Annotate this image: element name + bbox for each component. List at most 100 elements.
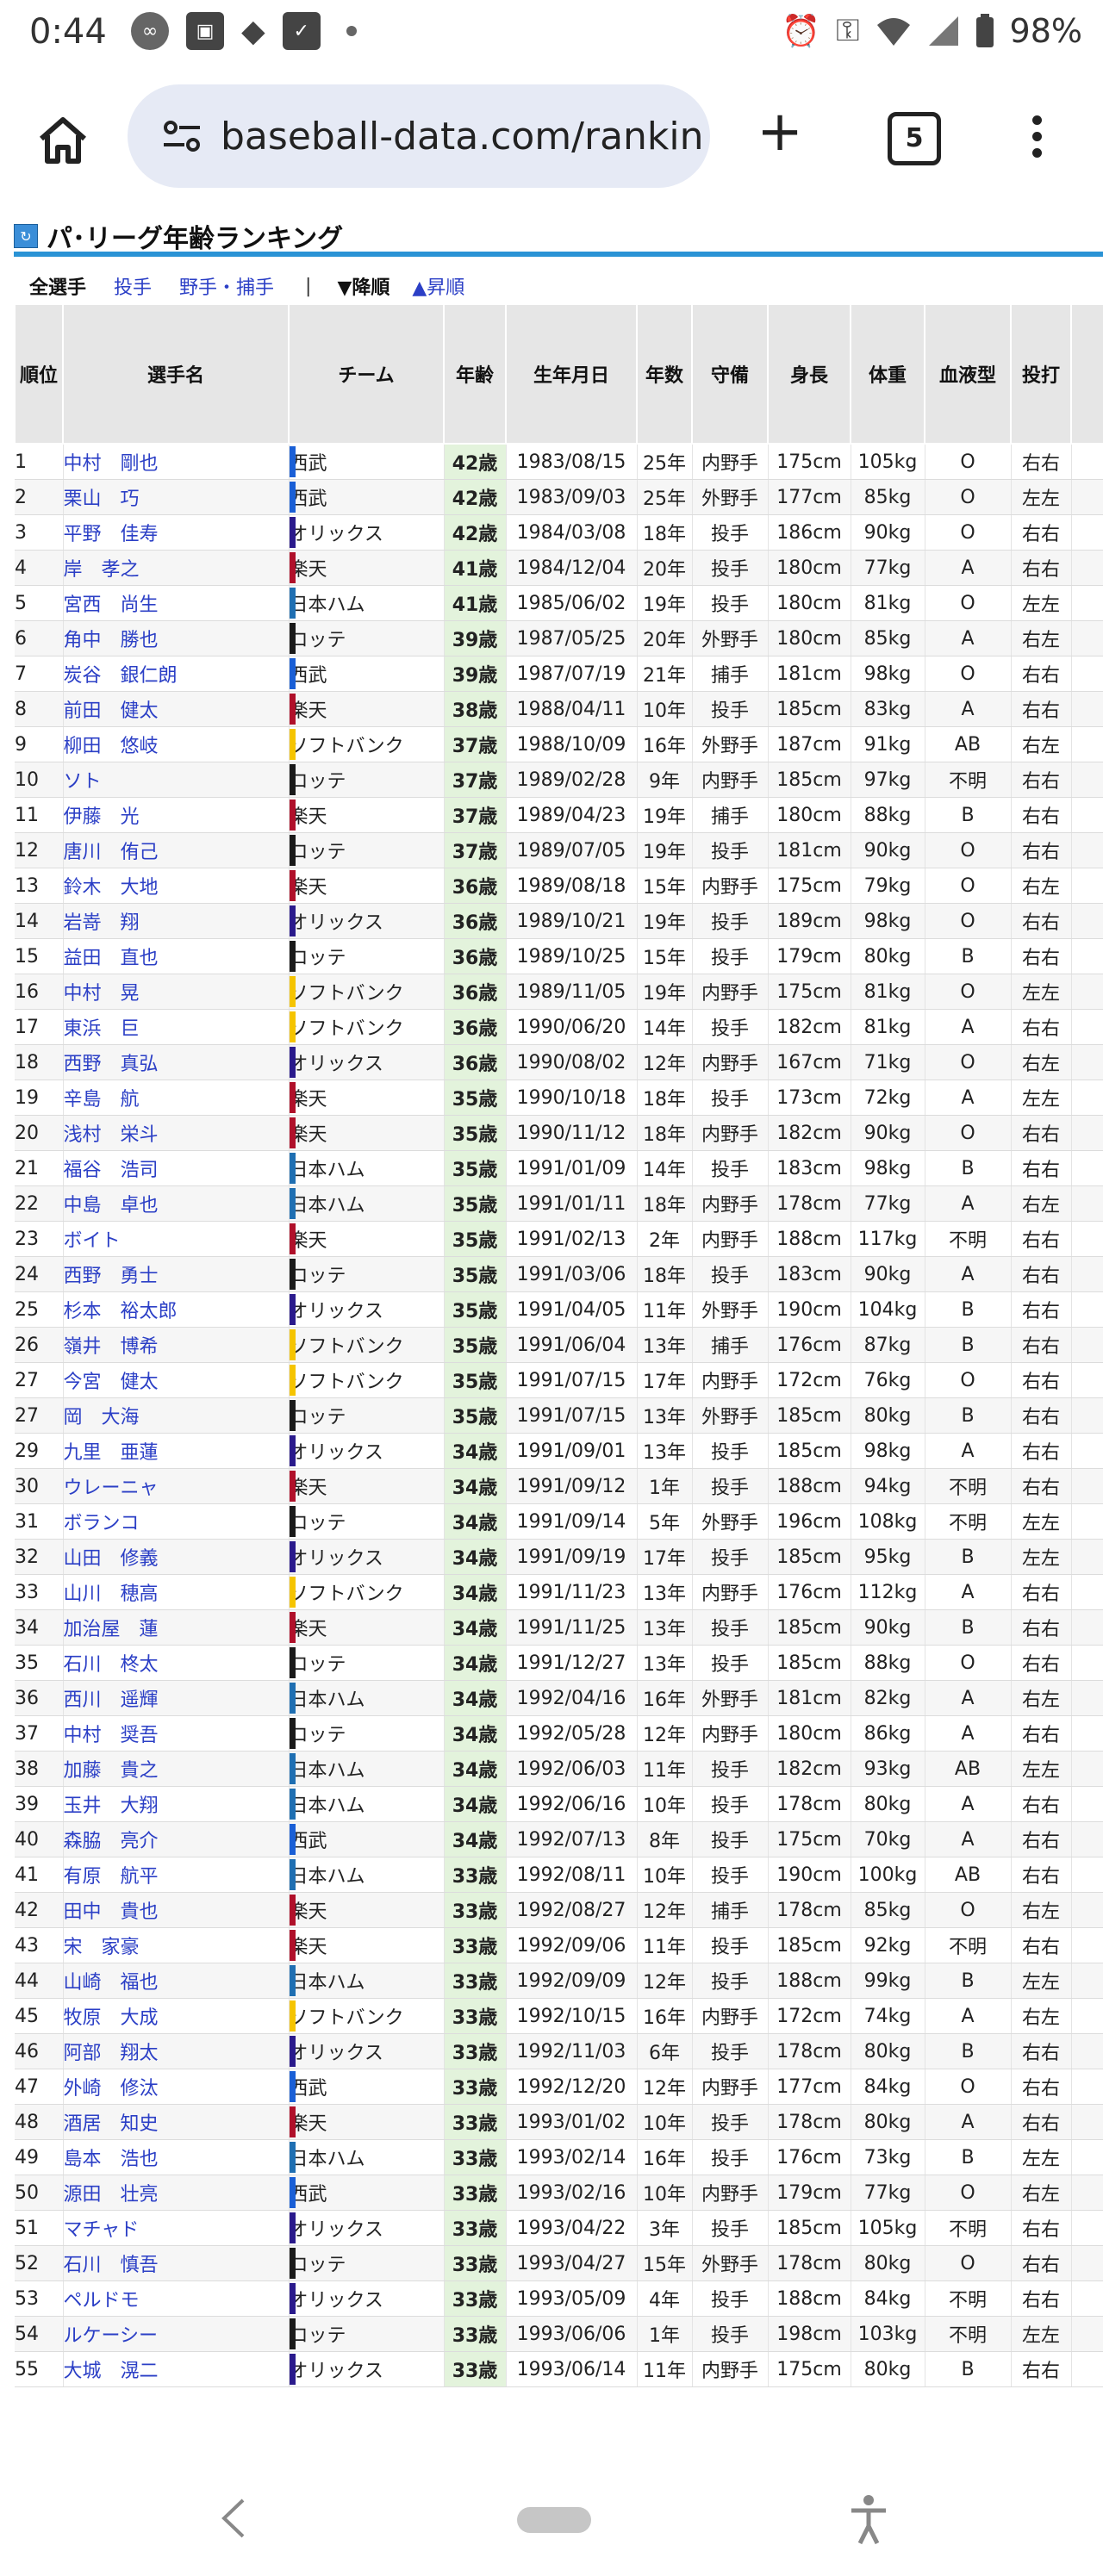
player-name-link[interactable]: 益田 直也 [63,938,290,974]
player-name-link[interactable]: 辛島 航 [63,1080,290,1116]
home-button[interactable] [33,110,93,171]
player-name-link[interactable]: 炭谷 銀仁朗 [63,656,290,692]
player-name-link[interactable]: 山川 穂高 [63,1574,290,1610]
filter-fielder-catcher[interactable]: 野手・捕手 [179,272,274,300]
header-overflow [1070,303,1103,445]
player-name-link[interactable]: 杉本 裕太郎 [63,1291,290,1328]
player-name-link[interactable]: 九里 亜蓮 [63,1433,290,1469]
overflow-cell [1071,1256,1103,1292]
player-name-link[interactable]: 中村 奨吾 [63,1715,290,1752]
player-name-link[interactable]: 角中 勝也 [63,620,290,656]
player-name-link[interactable]: 福谷 浩司 [63,1150,290,1186]
throws-bats-cell: 右左 [1011,868,1072,904]
throws-bats-cell: 右右 [1011,1256,1072,1292]
team-cell: ソフトバンク [289,974,445,1010]
filter-pitcher[interactable]: 投手 [114,272,152,300]
player-name-link[interactable]: マチャド [63,2210,290,2246]
player-name-link[interactable]: ボイト [63,1221,290,1257]
home-gesture-pill[interactable] [517,2507,591,2533]
player-name-link[interactable]: 石川 柊太 [63,1645,290,1681]
player-name-link[interactable]: 牧原 大成 [63,1998,290,2034]
accessibility-icon[interactable] [848,2493,889,2545]
player-name-link[interactable]: 岡 大海 [63,1397,290,1434]
player-name-link[interactable]: 宋 家豪 [63,1927,290,1963]
position-cell: 投手 [692,2280,769,2317]
player-name-link[interactable]: 加治屋 蓮 [63,1609,290,1646]
blood-type-cell: 不明 [925,1927,1012,1963]
player-name-link[interactable]: 今宮 健太 [63,1362,290,1398]
more-vert-icon[interactable] [1024,110,1050,171]
player-name-link[interactable]: 東浜 巨 [63,1009,290,1045]
player-name-link[interactable]: 山田 修義 [63,1539,290,1575]
tune-icon[interactable] [159,113,205,159]
player-name-link[interactable]: 岸 孝之 [63,550,290,586]
blood-type-cell: O [925,585,1012,621]
height-cell: 185cm [768,1645,851,1681]
player-name-link[interactable]: ルケーシー [63,2316,290,2352]
throws-bats-cell: 左左 [1011,1539,1072,1575]
player-name-link[interactable]: 島本 浩也 [63,2139,290,2175]
weight-cell: 98kg [851,1433,925,1469]
player-name-link[interactable]: 唐川 侑己 [63,832,290,868]
player-name-link[interactable]: 石川 慎吾 [63,2245,290,2281]
player-name-link[interactable]: ボランコ [63,1503,290,1540]
overflow-cell [1071,1433,1103,1469]
player-name-link[interactable]: 有原 航平 [63,1857,290,1893]
player-name-link[interactable]: ペルドモ [63,2280,290,2317]
sort-ascending[interactable]: ▲昇順 [412,272,464,300]
player-name-link[interactable]: 中村 剛也 [63,444,290,480]
new-tab-button[interactable]: + [750,102,810,162]
player-name-link[interactable]: 柳田 悠岐 [63,726,290,762]
years-cell: 2年 [637,1221,693,1257]
table-row: 25 杉本 裕太郎 オリックス 35歳 1991/04/05 11年 外野手 190cm 104… [15,1291,1103,1328]
player-name-link[interactable]: 阿部 翔太 [63,2033,290,2069]
player-name-link[interactable]: 加藤 貴之 [63,1751,290,1787]
player-name-link[interactable]: 岩嵜 翔 [63,903,290,939]
birthdate-cell: 1990/08/02 [506,1044,638,1080]
player-name-link[interactable]: 浅村 栄斗 [63,1115,290,1151]
blood-type-cell: B [925,1150,1012,1186]
player-name-link[interactable]: 西野 勇士 [63,1256,290,1292]
player-name-link[interactable]: 鈴木 大地 [63,868,290,904]
overflow-cell [1071,1645,1103,1681]
weight-cell: 105kg [851,444,925,480]
player-name-link[interactable]: 前田 健太 [63,691,290,727]
player-name-link[interactable]: 田中 貴也 [63,1892,290,1928]
player-name-link[interactable]: 平野 佳寿 [63,514,290,551]
birthdate-cell: 1983/09/03 [506,479,638,515]
team-cell: ロッテ [289,1645,445,1681]
back-icon[interactable] [217,2497,252,2540]
sort-descending[interactable]: ▼降順 [337,272,389,300]
player-name-link[interactable]: 源田 壮亮 [63,2175,290,2211]
player-name-link[interactable]: 酒居 知史 [63,2104,290,2140]
player-name-link[interactable]: 伊藤 光 [63,797,290,833]
player-name-link[interactable]: 大城 滉二 [63,2351,290,2387]
player-name-link[interactable]: ソト [63,762,290,798]
age-cell: 34歳 [444,1574,507,1610]
url-text[interactable]: baseball-data.com/rankin [221,115,704,159]
player-name-link[interactable]: 栗山 巧 [63,479,290,515]
player-name-link[interactable]: 山崎 福也 [63,1963,290,1999]
blood-type-cell: A [925,1786,1012,1822]
address-bar[interactable]: baseball-data.com/rankin [128,84,710,188]
age-cell: 37歳 [444,832,507,868]
years-cell: 18年 [637,1185,693,1222]
player-name-link[interactable]: 嶺井 博希 [63,1327,290,1363]
team-color-bar [289,1188,296,1219]
tab-switcher-button[interactable]: 5 [888,112,941,165]
table-row: 17 東浜 巨ソフトバンク 36歳 1990/06/20 14年 投手 182cm 81kg A… [15,1009,1103,1045]
player-name-link[interactable]: 外崎 修汰 [63,2069,290,2105]
filter-all[interactable]: 全選手 [29,272,86,300]
player-name-link[interactable]: 西川 遥輝 [63,1680,290,1716]
weight-cell: 82kg [851,1680,925,1716]
player-name-link[interactable]: 中島 卓也 [63,1185,290,1222]
player-name-link[interactable]: 宮西 尚生 [63,585,290,621]
player-name-link[interactable]: ウレーニャ [63,1468,290,1504]
player-name-link[interactable]: 中村 晃 [63,974,290,1010]
page-title: パ･リーグ年齢ランキング [47,224,344,254]
birthdate-cell: 1991/09/14 [506,1503,638,1540]
throws-bats-cell: 右右 [1011,2210,1072,2246]
player-name-link[interactable]: 森脇 亮介 [63,1821,290,1857]
player-name-link[interactable]: 玉井 大翔 [63,1786,290,1822]
player-name-link[interactable]: 西野 真弘 [63,1044,290,1080]
